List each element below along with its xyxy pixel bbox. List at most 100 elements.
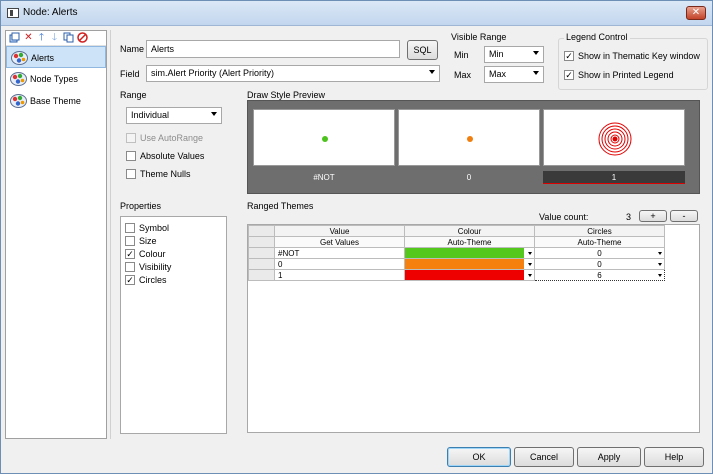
ranged-themes-grid: Value Colour Circles Get Values Auto-The… bbox=[247, 224, 700, 433]
row-header[interactable] bbox=[248, 269, 275, 281]
checkbox-label: Symbol bbox=[139, 223, 170, 233]
visible-range-title: Visible Range bbox=[449, 32, 509, 42]
circles-value: 6 bbox=[597, 270, 602, 280]
field-select[interactable]: sim.Alert Priority (Alert Priority) bbox=[146, 65, 440, 82]
chevron-down-icon bbox=[528, 252, 532, 255]
preview-cell-1[interactable] bbox=[543, 109, 685, 166]
value-count: 3 bbox=[626, 212, 632, 222]
move-up-icon[interactable]: 🡑 bbox=[36, 32, 47, 43]
checkbox-label: Absolute Values bbox=[140, 151, 205, 161]
name-input[interactable]: Alerts bbox=[146, 40, 400, 58]
preview-cell-0[interactable] bbox=[398, 109, 540, 166]
corner-cell bbox=[248, 225, 275, 237]
property-size-checkbox[interactable]: Size bbox=[125, 235, 157, 248]
checkbox-box bbox=[126, 169, 136, 179]
checkbox-label: Size bbox=[139, 236, 157, 246]
range-mode-value: Individual bbox=[131, 110, 170, 120]
table-row[interactable]: #NOT 0 bbox=[248, 247, 665, 259]
preview-label: #NOT bbox=[313, 173, 335, 182]
field-label: Field bbox=[120, 69, 140, 79]
disable-icon[interactable] bbox=[77, 32, 88, 43]
chevron-down-icon bbox=[658, 252, 662, 255]
close-button[interactable]: ✕ bbox=[686, 6, 706, 20]
range-title: Range bbox=[118, 90, 149, 100]
colour-swatch bbox=[405, 259, 524, 269]
checkbox-box: ✓ bbox=[125, 275, 135, 285]
max-select-value: Max bbox=[489, 69, 507, 79]
show-thematic-key-checkbox[interactable]: ✓ Show in Thematic Key window bbox=[564, 50, 700, 63]
get-values-button[interactable]: Get Values bbox=[274, 236, 405, 248]
circles-cell[interactable]: 6 bbox=[534, 269, 665, 281]
ok-button[interactable]: OK bbox=[447, 447, 511, 467]
checkbox-label: Show in Printed Legend bbox=[578, 70, 674, 80]
legend-control-title: Legend Control bbox=[564, 32, 630, 42]
colour-swatch bbox=[405, 248, 524, 258]
min-select[interactable]: Min bbox=[484, 46, 544, 63]
checkbox-box bbox=[125, 223, 135, 233]
theme-nulls-checkbox[interactable]: Theme Nulls bbox=[126, 168, 191, 181]
table-row[interactable]: 0 0 bbox=[248, 258, 665, 270]
move-down-icon[interactable]: 🡓 bbox=[49, 32, 60, 43]
tree-item-alerts[interactable]: Alerts bbox=[6, 46, 106, 68]
auto-theme-colour-button[interactable]: Auto-Theme bbox=[404, 236, 535, 248]
colour-cell[interactable] bbox=[404, 247, 535, 259]
tree-item-label: Node Types bbox=[30, 74, 78, 84]
circles-cell[interactable]: 0 bbox=[534, 258, 665, 270]
name-label: Name bbox=[120, 44, 145, 54]
absolute-values-checkbox[interactable]: Absolute Values bbox=[126, 150, 204, 163]
property-visibility-checkbox[interactable]: Visibility bbox=[125, 261, 171, 274]
theme-node-icon bbox=[10, 71, 27, 86]
checkbox-label: Use AutoRange bbox=[140, 133, 204, 143]
range-mode-select[interactable]: Individual bbox=[126, 107, 222, 124]
ranged-themes-title: Ranged Themes bbox=[245, 201, 316, 211]
preview-circles bbox=[598, 122, 632, 156]
tree-item-base-theme[interactable]: Base Theme bbox=[6, 90, 106, 112]
tree-toolbar: ✕ 🡑 🡓 bbox=[6, 31, 106, 46]
apply-button[interactable]: Apply bbox=[577, 447, 641, 467]
colour-cell[interactable] bbox=[404, 258, 535, 270]
subheader-row: Get Values Auto-Theme Auto-Theme bbox=[248, 236, 665, 248]
preview-cell-not[interactable] bbox=[253, 109, 395, 166]
circles-cell[interactable]: 0 bbox=[534, 247, 665, 259]
tree-item-label: Base Theme bbox=[30, 96, 81, 106]
delete-icon[interactable]: ✕ bbox=[23, 32, 34, 43]
chevron-down-icon bbox=[658, 263, 662, 266]
auto-theme-circles-button[interactable]: Auto-Theme bbox=[534, 236, 665, 248]
copy-icon[interactable] bbox=[63, 32, 74, 43]
max-select[interactable]: Max bbox=[484, 66, 544, 83]
chevron-down-icon bbox=[533, 71, 539, 75]
use-autorange-checkbox[interactable]: Use AutoRange bbox=[126, 132, 203, 145]
remove-value-button[interactable]: - bbox=[670, 210, 698, 222]
checkbox-label: Colour bbox=[139, 249, 166, 259]
checkbox-label: Theme Nulls bbox=[140, 169, 191, 179]
show-printed-legend-checkbox[interactable]: ✓ Show in Printed Legend bbox=[564, 69, 674, 82]
value-cell[interactable]: 0 bbox=[274, 258, 405, 270]
chevron-down-icon bbox=[658, 274, 662, 277]
value-count-label: Value count: bbox=[539, 212, 589, 222]
row-header[interactable] bbox=[248, 247, 275, 259]
dialog-window: Node: Alerts ✕ ✕ 🡑 🡓 Alerts Node Types B… bbox=[0, 0, 713, 474]
themes-table: Value Colour Circles Get Values Auto-The… bbox=[248, 225, 665, 281]
checkbox-label: Circles bbox=[139, 275, 167, 285]
add-value-button[interactable]: + bbox=[639, 210, 667, 222]
checkbox-box bbox=[126, 133, 136, 143]
preview-title: Draw Style Preview bbox=[245, 90, 328, 100]
value-cell[interactable]: 1 bbox=[274, 269, 405, 281]
row-header[interactable] bbox=[248, 258, 275, 270]
property-symbol-checkbox[interactable]: Symbol bbox=[125, 222, 169, 235]
help-button[interactable]: Help bbox=[644, 447, 704, 467]
property-circles-checkbox[interactable]: ✓ Circles bbox=[125, 274, 167, 287]
table-row[interactable]: 1 6 bbox=[248, 269, 665, 281]
theme-node-icon bbox=[10, 93, 27, 108]
value-cell[interactable]: #NOT bbox=[274, 247, 405, 259]
field-select-value: sim.Alert Priority (Alert Priority) bbox=[151, 68, 275, 78]
sql-button[interactable]: SQL bbox=[407, 40, 438, 60]
cancel-button[interactable]: Cancel bbox=[514, 447, 574, 467]
checkbox-box: ✓ bbox=[564, 70, 574, 80]
new-node-icon[interactable] bbox=[9, 32, 20, 43]
tree-item-node-types[interactable]: Node Types bbox=[6, 68, 106, 90]
window-title: Node: Alerts bbox=[23, 7, 78, 18]
property-colour-checkbox[interactable]: ✓ Colour bbox=[125, 248, 166, 261]
node-tree-pane: ✕ 🡑 🡓 Alerts Node Types Base Theme bbox=[5, 30, 107, 439]
colour-cell[interactable] bbox=[404, 269, 535, 281]
